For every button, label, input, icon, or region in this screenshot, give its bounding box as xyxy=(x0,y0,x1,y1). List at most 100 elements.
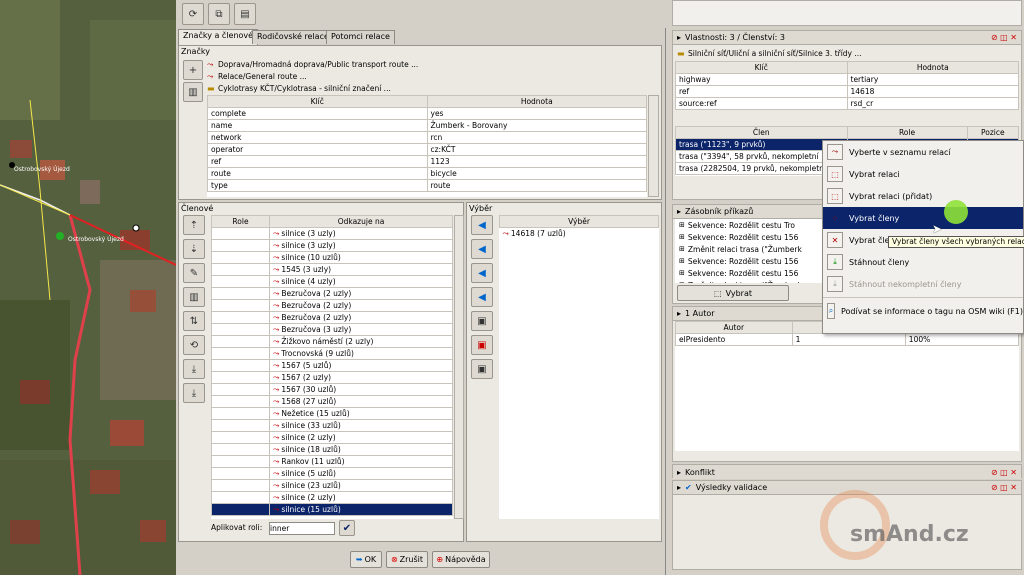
member-role[interactable] xyxy=(211,287,270,300)
member-role[interactable] xyxy=(211,407,270,420)
table-row[interactable]: ⤳ silnice (23 uzlů) xyxy=(211,479,453,492)
column-header-author[interactable]: Autor xyxy=(675,321,793,334)
tags-scrollbar[interactable] xyxy=(648,95,659,197)
collapse-icon[interactable]: ▸ xyxy=(677,207,681,216)
table-row[interactable]: ⤳ silnice (3 uzly) xyxy=(211,239,453,252)
sort-icon[interactable]: ⇅ xyxy=(183,311,205,331)
member-role[interactable] xyxy=(211,395,270,408)
table-row[interactable]: ⤳ silnice (3 uzly) xyxy=(211,227,453,240)
expand-icon[interactable]: ⊞ xyxy=(679,233,685,241)
move-up-icon[interactable]: ⇡ xyxy=(183,215,205,235)
member-ref[interactable]: ⤳ Trocnovská (9 uzlů) xyxy=(269,347,453,360)
member-role[interactable] xyxy=(211,503,270,516)
member-role[interactable] xyxy=(211,431,270,444)
table-row[interactable]: ⤳ Rankov (11 uzlů) xyxy=(211,455,453,468)
member-ref[interactable]: ⤳ silnice (15 uzlů) xyxy=(269,503,453,516)
table-row[interactable]: ⤳ Trocnovská (9 uzlů) xyxy=(211,347,453,360)
member-ref[interactable]: ⤳ 1567 (5 uzlů) xyxy=(269,359,453,372)
tab-parent-relations[interactable]: Rodičovské relace xyxy=(252,30,334,44)
member-role[interactable] xyxy=(211,455,270,468)
database-icon[interactable]: ▤ xyxy=(234,3,256,25)
table-row[interactable]: source:ref rsd_cr xyxy=(675,97,1019,110)
table-row[interactable]: highway tertiary xyxy=(675,73,1019,86)
column-header-value[interactable]: Hodnota xyxy=(426,95,647,108)
member-ref[interactable]: ⤳ Nežetice (15 uzlů) xyxy=(269,407,453,420)
tab-tags-members[interactable]: Značky a členové xyxy=(178,29,259,45)
collapse-icon[interactable]: ▸ xyxy=(677,309,681,318)
member-ref[interactable]: ⤳ silnice (3 uzly) xyxy=(269,227,453,240)
table-row[interactable]: ⤳ silnice (5 uzlů) xyxy=(211,467,453,480)
table-row[interactable]: ⤳ Bezručova (2 uzly) xyxy=(211,311,453,324)
column-header-role[interactable]: Role xyxy=(846,126,968,139)
properties-header[interactable]: ▸ Vlastnosti: 3 / Členství: 3 ⊘ ◫ ✕ xyxy=(673,31,1021,45)
member-role[interactable] xyxy=(211,263,270,276)
add-after-icon[interactable]: ◀ xyxy=(471,263,493,283)
expand-icon[interactable]: ⊞ xyxy=(679,221,685,229)
member-ref[interactable]: ⤳ silnice (23 uzlů) xyxy=(269,479,453,492)
member-role[interactable] xyxy=(211,299,270,312)
member-ref[interactable]: ⤳ silnice (10 uzlů) xyxy=(269,251,453,264)
member-ref[interactable]: ⤳ Bezručova (2 uzly) xyxy=(269,311,453,324)
column-header-key[interactable]: Klíč xyxy=(675,61,848,74)
copy-icon[interactable]: ⧉ xyxy=(208,3,230,25)
download-icon[interactable]: ⤓ xyxy=(183,359,205,379)
table-row[interactable]: ⤳ 1567 (30 uzlů) xyxy=(211,383,453,396)
table-row[interactable]: ⤳ Žižkovo náměstí (2 uzly) xyxy=(211,335,453,348)
member-ref[interactable]: ⤳ Bezručova (3 uzly) xyxy=(269,323,453,336)
member-role[interactable] xyxy=(211,239,270,252)
delete-member-icon[interactable]: ▥ xyxy=(183,287,205,307)
refresh-icon[interactable]: ⟳ xyxy=(182,3,204,25)
preset-item[interactable]: ▬ Cyklotrasy KČT/Cyklotrasa - silniční zn… xyxy=(207,82,418,94)
column-header-key[interactable]: Klíč xyxy=(207,95,428,108)
help-button[interactable]: ⊕ Nápověda xyxy=(432,551,490,568)
table-row[interactable]: type route xyxy=(207,179,647,192)
download-incomplete-icon[interactable]: ⤓ xyxy=(183,383,205,403)
member-role[interactable] xyxy=(211,479,270,492)
menu-item-select-members[interactable]: ⁘ Vybrat členy xyxy=(823,207,1023,229)
table-row[interactable]: ⤳ Bezručova (3 uzly) xyxy=(211,323,453,336)
table-row[interactable]: network rcn xyxy=(207,131,647,144)
table-row[interactable]: ref 1123 xyxy=(207,155,647,168)
table-row[interactable]: ⤳ 1567 (5 uzlů) xyxy=(211,359,453,372)
member-ref[interactable]: ⤳ silnice (2 uzly) xyxy=(269,491,453,504)
menu-item-wiki-help[interactable]: ⌕ Podívat se informace o tagu na OSM wiki… xyxy=(823,300,1023,322)
column-header-selection[interactable]: Výběr xyxy=(499,215,659,228)
preset-label[interactable]: ▬ Silniční síť/Uliční a silniční síť/Siln… xyxy=(677,47,1017,59)
collapse-icon[interactable]: ▸ xyxy=(677,468,681,477)
table-row[interactable]: ⤳ silnice (10 uzlů) xyxy=(211,251,453,264)
add-at-end-icon[interactable]: ◀ xyxy=(471,287,493,307)
add-before-icon[interactable]: ◀ xyxy=(471,239,493,259)
close-panel-icon[interactable]: ⊘ ◫ ✕ xyxy=(991,33,1017,42)
expand-icon[interactable]: ⊞ xyxy=(679,257,685,265)
member-role[interactable] xyxy=(211,347,270,360)
column-header-position[interactable]: Pozice xyxy=(966,126,1020,139)
table-row[interactable]: ⤳ Bezručova (2 uzly) xyxy=(211,287,453,300)
move-down-icon[interactable]: ⇣ xyxy=(183,239,205,259)
table-row[interactable]: ⤳ silnice (4 uzly) xyxy=(211,275,453,288)
edit-icon[interactable]: ✎ xyxy=(183,263,205,283)
member-role[interactable] xyxy=(211,335,270,348)
select-button[interactable]: ⬚ Vybrat xyxy=(677,285,789,301)
member-ref[interactable]: ⤳ silnice (2 uzly) xyxy=(269,431,453,444)
column-header-refers-to[interactable]: Odkazuje na xyxy=(269,215,453,228)
cancel-button[interactable]: ⊗ Zrušit xyxy=(386,551,428,568)
table-row[interactable]: elPresidento 1 100% xyxy=(675,333,1020,346)
member-ref[interactable]: ⤳ silnice (33 uzlů) xyxy=(269,419,453,432)
member-ref[interactable]: ⤳ silnice (4 uzly) xyxy=(269,275,453,288)
member-role[interactable] xyxy=(211,491,270,504)
menu-item-select-relation[interactable]: ⬚ Vybrat relaci xyxy=(823,163,1023,185)
collapse-icon[interactable]: ▸ xyxy=(677,33,681,42)
preset-item[interactable]: ⤳ Relace/General route ... xyxy=(207,70,418,82)
reverse-icon[interactable]: ⟲ xyxy=(183,335,205,355)
table-row[interactable]: ⤳ 1545 (3 uzly) xyxy=(211,263,453,276)
table-row[interactable]: ⤳ Nežetice (15 uzlů) xyxy=(211,407,453,420)
column-header-value[interactable]: Hodnota xyxy=(846,61,1019,74)
table-row[interactable]: route bicycle xyxy=(207,167,647,180)
member-ref[interactable]: ⤳ 1567 (2 uzly) xyxy=(269,371,453,384)
member-ref[interactable]: ⤳ 1567 (30 uzlů) xyxy=(269,383,453,396)
member-ref[interactable]: ⤳ silnice (5 uzlů) xyxy=(269,467,453,480)
expand-icon[interactable]: ⊞ xyxy=(679,269,685,277)
table-row[interactable]: ⤳ Bezručova (2 uzly) xyxy=(211,299,453,312)
menu-item-select-relation-add[interactable]: ⬚ Vybrat relaci (přidat) xyxy=(823,185,1023,207)
member-ref[interactable]: ⤳ Rankov (11 uzlů) xyxy=(269,455,453,468)
